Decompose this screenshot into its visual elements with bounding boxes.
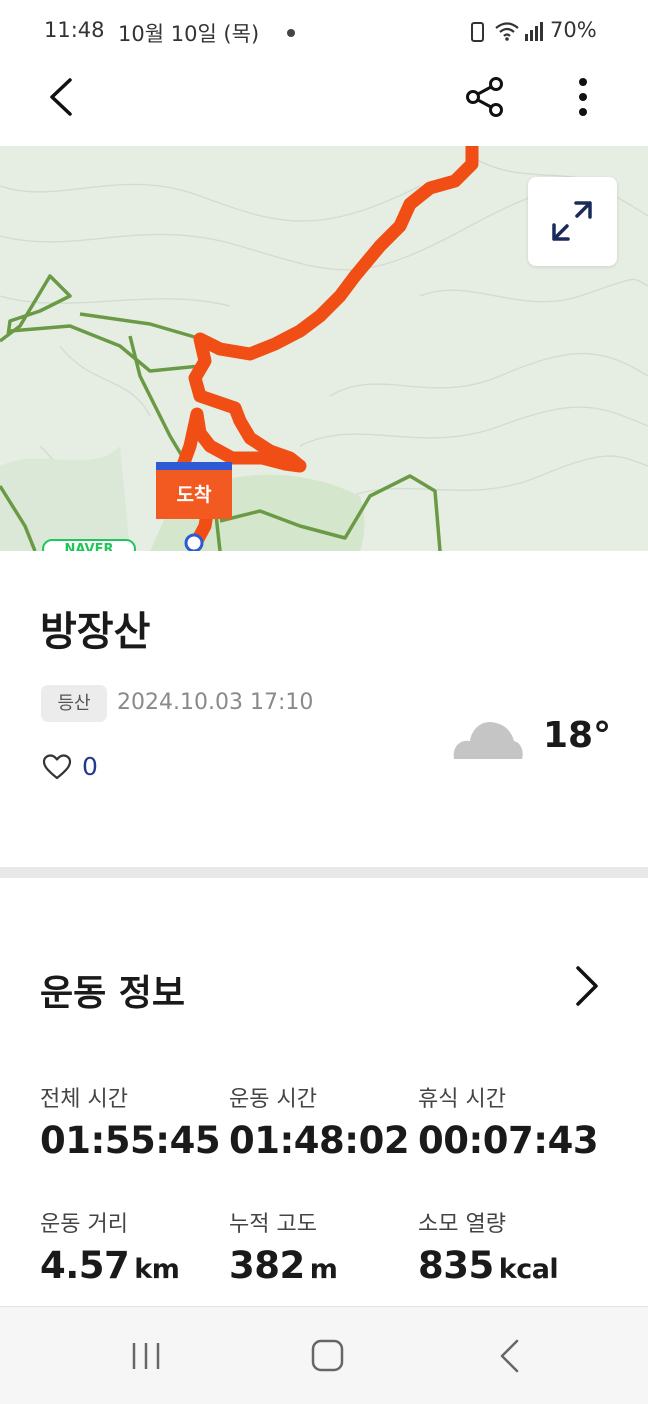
stat-label: 전체 시간 (40, 1087, 128, 1112)
page-title: 방장산 (40, 609, 151, 655)
recent-apps-icon[interactable] (116, 1333, 176, 1379)
stat-label: 휴식 시간 (418, 1087, 506, 1112)
stat-label: 소모 열량 (418, 1212, 506, 1237)
battery-level: 70% (550, 18, 597, 42)
section-title[interactable]: 운동 정보 (40, 964, 185, 1016)
status-bar: 11:48 10월 10일 (목) 70% (0, 0, 648, 62)
activity-type-badge: 등산 (41, 685, 107, 722)
stat-label: 운동 거리 (40, 1212, 128, 1237)
stat-exercise-time: 운동 시간 01:48:02 (229, 1081, 419, 1162)
status-date: 10월 10일 (목) (118, 22, 260, 46)
stat-calories: 소모 열량 835 kcal (418, 1206, 608, 1287)
stat-value: 835 kcal (418, 1244, 559, 1287)
stat-total-time: 전체 시간 01:55:45 (40, 1081, 230, 1162)
share-icon[interactable] (462, 74, 508, 120)
expand-button[interactable] (528, 177, 617, 266)
arrival-label: 도착 (176, 484, 212, 506)
wifi-icon (495, 22, 519, 41)
section-divider (0, 867, 648, 878)
stat-distance: 운동 거리 4.57 km (40, 1206, 230, 1287)
status-time: 11:48 (44, 18, 105, 42)
system-nav-bar (0, 1306, 648, 1404)
cloud-icon (453, 721, 523, 759)
naver-logo: NAVER (42, 539, 136, 551)
temperature: 18° (543, 715, 612, 756)
stat-value: 01:48:02 (229, 1119, 410, 1162)
route-map[interactable]: 도착 NAVER (0, 146, 648, 551)
notification-dot (287, 29, 295, 37)
signal-icon (525, 22, 543, 41)
more-vert-icon[interactable] (560, 74, 606, 120)
back-icon[interactable] (40, 74, 86, 120)
arrival-marker: 도착 (156, 462, 232, 519)
app-bar (0, 62, 648, 146)
chevron-right-icon[interactable] (566, 964, 606, 1008)
activity-summary: 방장산 등산 2024.10.03 17:10 0 18° (0, 551, 648, 867)
activity-datetime: 2024.10.03 17:10 (117, 690, 314, 715)
expand-icon (552, 201, 592, 241)
stat-value: 00:07:43 (418, 1119, 599, 1162)
battery-saver-icon (471, 22, 484, 42)
stat-rest-time: 휴식 시간 00:07:43 (418, 1081, 608, 1162)
stat-label: 운동 시간 (229, 1087, 317, 1112)
stat-value: 01:55:45 (40, 1119, 221, 1162)
stat-value: 382 m (229, 1244, 338, 1287)
stat-label: 누적 고도 (229, 1212, 317, 1237)
back-nav-icon[interactable] (480, 1333, 540, 1379)
like-count: 0 (82, 752, 98, 781)
heart-icon[interactable] (42, 753, 72, 781)
stat-value: 4.57 km (40, 1244, 180, 1287)
naver-logo-text: NAVER (64, 542, 114, 551)
home-icon[interactable] (297, 1333, 357, 1379)
stat-elevation: 누적 고도 382 m (229, 1206, 419, 1287)
exercise-info-section: 운동 정보 전체 시간 01:55:45 운동 시간 01:48:02 휴식 시… (0, 878, 648, 1306)
